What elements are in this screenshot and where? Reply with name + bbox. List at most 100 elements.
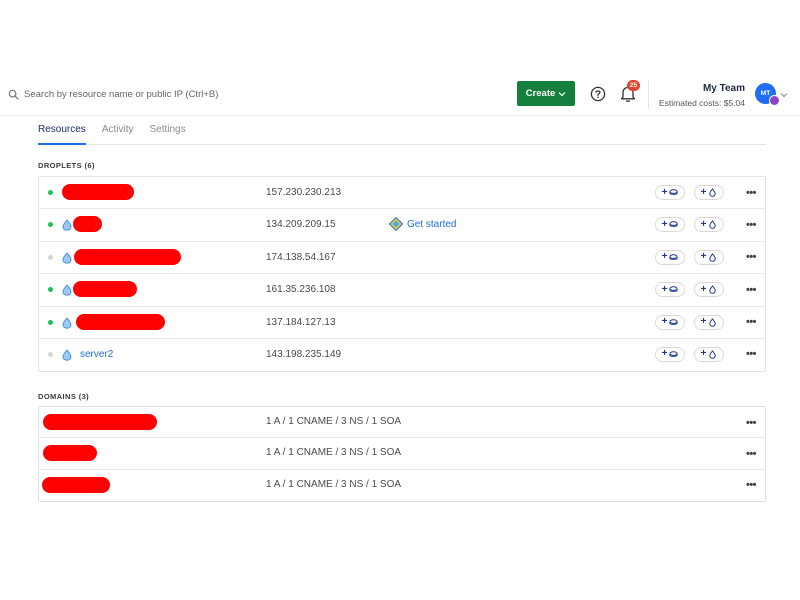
redacted-droplet-name <box>73 281 137 298</box>
more-options-button[interactable]: ••• <box>743 217 759 232</box>
add-volume-button[interactable]: + <box>655 282 685 298</box>
tab-resources[interactable]: Resources <box>38 116 86 145</box>
more-options-button[interactable]: ••• <box>743 478 759 493</box>
redacted-droplet-name <box>74 248 181 265</box>
notifications-button[interactable]: 25 <box>619 80 640 104</box>
add-backup-button[interactable]: + <box>694 282 724 298</box>
more-horizontal-icon: ••• <box>745 283 757 296</box>
create-button-label: Create <box>525 88 556 99</box>
chevron-down-icon[interactable] <box>780 91 788 99</box>
table-row[interactable]: 1 A / 1 CNAME / 3 NS / 1 SOA ••• <box>39 407 765 439</box>
volume-icon <box>669 286 679 293</box>
table-row[interactable]: 137.184.127.13 + + ••• <box>39 307 765 339</box>
user-avatar-badge <box>769 95 780 106</box>
table-row[interactable]: 174.138.54.167 + + ••• <box>39 242 765 275</box>
table-row[interactable]: 134.209.209.15 Get started + + ••• <box>39 209 765 242</box>
volume-icon <box>669 189 679 195</box>
more-options-button[interactable]: ••• <box>743 185 759 200</box>
redacted-domain-name <box>43 445 97 462</box>
add-backup-button[interactable]: + <box>694 314 724 330</box>
volume-icon <box>669 318 679 325</box>
add-backup-button[interactable]: + <box>694 249 724 265</box>
table-row[interactable]: 161.35.236.108 + + ••• <box>39 274 765 307</box>
droplets-section-title: DROPLETS (6) <box>38 161 95 170</box>
add-backup-button[interactable]: + <box>694 346 724 362</box>
notification-count-badge: 25 <box>627 80 640 91</box>
add-volume-button[interactable]: + <box>655 249 685 265</box>
more-horizontal-icon: ••• <box>745 447 757 460</box>
add-volume-button[interactable]: + <box>655 185 685 200</box>
more-options-button[interactable]: ••• <box>743 250 759 265</box>
droplet-icon <box>709 285 717 294</box>
droplet-icon <box>709 350 717 359</box>
droplet-ip: 143.198.235.149 <box>266 348 342 360</box>
domain-records: 1 A / 1 CNAME / 3 NS / 1 SOA <box>266 478 402 490</box>
redacted-droplet-name <box>76 313 165 330</box>
add-backup-button[interactable]: + <box>694 185 724 200</box>
droplet-ip: 174.138.54.167 <box>266 251 336 263</box>
header-divider <box>648 80 649 108</box>
redacted-domain-name <box>42 476 110 493</box>
more-options-button[interactable]: ••• <box>743 315 759 330</box>
more-horizontal-icon: ••• <box>745 348 757 361</box>
help-circle-icon[interactable] <box>590 86 606 102</box>
droplet-ip: 157.230.230.213 <box>266 187 342 198</box>
volume-icon <box>669 254 679 260</box>
status-indicator <box>48 222 53 228</box>
table-row[interactable]: 1 A / 1 CNAME / 3 NS / 1 SOA ••• <box>39 470 765 501</box>
tab-activity[interactable]: Activity <box>102 116 134 145</box>
droplet-icon <box>62 284 72 296</box>
search-input[interactable] <box>24 88 264 100</box>
status-indicator <box>48 254 53 260</box>
status-indicator <box>48 351 53 357</box>
add-volume-button[interactable]: + <box>655 346 685 362</box>
more-options-button[interactable]: ••• <box>743 446 759 461</box>
domain-records: 1 A / 1 CNAME / 3 NS / 1 SOA <box>266 416 402 427</box>
status-indicator <box>48 319 53 325</box>
domain-records: 1 A / 1 CNAME / 3 NS / 1 SOA <box>266 447 402 459</box>
volume-icon <box>669 351 679 357</box>
more-horizontal-icon: ••• <box>745 186 757 199</box>
droplet-icon <box>709 317 717 327</box>
tab-settings[interactable]: Settings <box>149 116 185 145</box>
table-row[interactable]: 1 A / 1 CNAME / 3 NS / 1 SOA ••• <box>39 438 765 470</box>
add-volume-button[interactable]: + <box>655 217 685 233</box>
status-indicator <box>48 190 53 195</box>
more-horizontal-icon: ••• <box>745 218 757 231</box>
droplet-icon <box>709 188 717 197</box>
more-options-button[interactable]: ••• <box>743 347 759 362</box>
droplet-icon <box>62 219 72 232</box>
more-options-button[interactable]: ••• <box>743 415 759 430</box>
droplets-table: 157.230.230.213 + + ••• 134.209.209.15 G… <box>38 176 766 373</box>
team-name: My Team <box>702 83 745 94</box>
droplet-icon <box>62 349 72 361</box>
more-options-button[interactable]: ••• <box>743 282 759 297</box>
add-backup-button[interactable]: + <box>694 217 724 233</box>
get-started-link[interactable]: Get started <box>389 217 456 232</box>
droplet-ip: 137.184.127.13 <box>266 316 336 328</box>
more-horizontal-icon: ••• <box>745 479 757 492</box>
create-button[interactable]: Create <box>517 81 575 106</box>
domains-table: 1 A / 1 CNAME / 3 NS / 1 SOA ••• 1 A / 1… <box>38 406 766 502</box>
redacted-droplet-name <box>73 216 102 233</box>
domains-section-title: DOMAINS (3) <box>38 392 90 401</box>
redacted-droplet-name <box>62 184 134 200</box>
add-volume-button[interactable]: + <box>655 314 685 330</box>
more-horizontal-icon: ••• <box>745 416 757 429</box>
top-bar: Create 25 My Team Estimated costs: $5.04… <box>0 72 800 116</box>
status-indicator <box>48 287 53 293</box>
droplet-icon <box>62 252 72 264</box>
search-icon <box>8 89 19 100</box>
droplet-icon <box>62 316 72 329</box>
search-bar[interactable] <box>8 86 264 102</box>
table-row[interactable]: server2 143.198.235.149 + + ••• <box>39 339 765 371</box>
droplet-name-link[interactable]: server2 <box>80 349 113 360</box>
droplet-ip: 134.209.209.15 <box>266 219 336 231</box>
more-horizontal-icon: ••• <box>745 251 757 264</box>
estimated-costs: Estimated costs: $5.04 <box>659 98 745 108</box>
table-row[interactable]: 157.230.230.213 + + ••• <box>39 177 765 210</box>
team-switcher[interactable]: My Team Estimated costs: $5.04 <box>659 83 745 109</box>
droplet-icon <box>709 252 717 262</box>
chevron-down-icon <box>558 91 566 96</box>
droplet-ip: 161.35.236.108 <box>266 284 336 296</box>
